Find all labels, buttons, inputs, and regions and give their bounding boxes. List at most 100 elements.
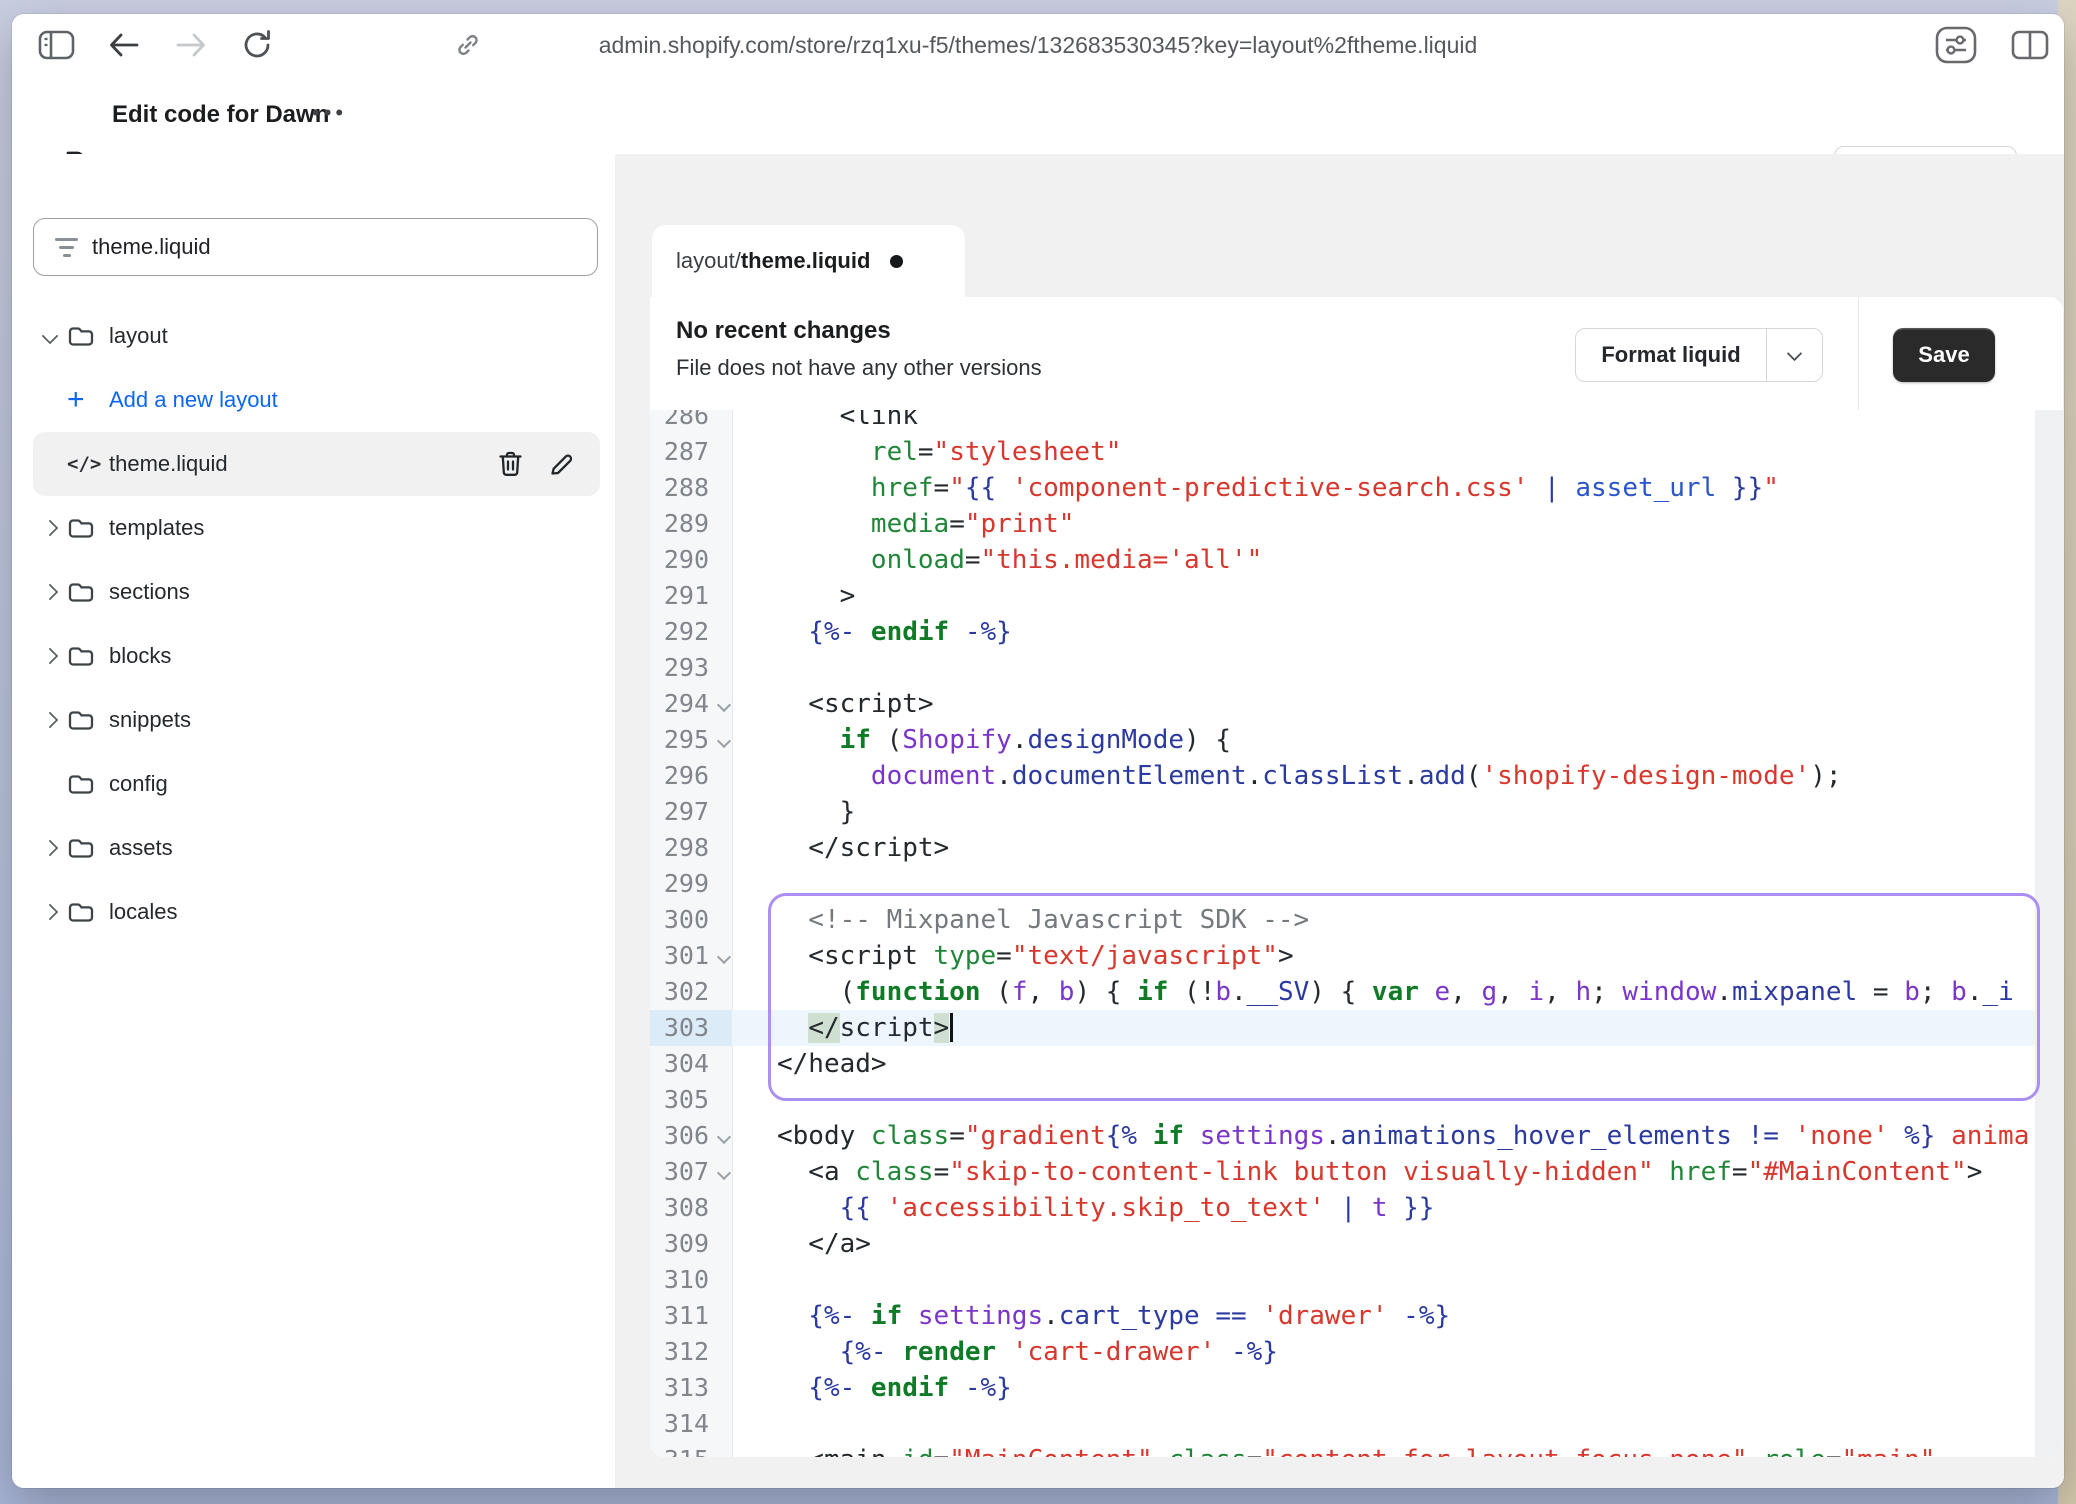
code-line[interactable]: 301 <script type="text/javascript">	[650, 938, 2063, 974]
folder-icon	[67, 323, 95, 349]
back-icon[interactable]	[107, 14, 141, 76]
line-number: 305	[650, 1082, 732, 1118]
code-line[interactable]: 312 {%- render 'cart-drawer' -%}	[650, 1334, 2063, 1370]
code-editor[interactable]: 286 <link287 rel="stylesheet"288 href="{…	[650, 410, 2063, 1457]
code-line[interactable]: 315 <main id="MainContent" class="conten…	[650, 1442, 2063, 1457]
code-line[interactable]: 298 </script>	[650, 830, 2063, 866]
chevron-right-icon[interactable]	[42, 648, 59, 665]
code-line[interactable]: 286 <link	[650, 410, 2063, 434]
tab-theme-liquid[interactable]: layout/theme.liquid	[652, 225, 965, 297]
sidebar-item-snippets[interactable]: snippets	[33, 688, 600, 752]
code-line[interactable]: 313 {%- endif -%}	[650, 1370, 2063, 1406]
extensions-icon[interactable]	[1933, 14, 1979, 76]
line-number: 296	[650, 758, 732, 794]
fold-chevron-icon[interactable]	[717, 698, 731, 712]
code-line[interactable]: 294 <script>	[650, 686, 2063, 722]
line-number: 307	[650, 1154, 732, 1190]
sidebar-toggle-icon[interactable]	[38, 14, 76, 76]
code-line[interactable]: 311 {%- if settings.cart_type == 'drawer…	[650, 1298, 2063, 1334]
code-line[interactable]: 287 rel="stylesheet"	[650, 434, 2063, 470]
sidebar-item-locales[interactable]: locales	[33, 880, 600, 944]
line-number: 306	[650, 1118, 732, 1154]
chevron-right-icon[interactable]	[42, 904, 59, 921]
code-line[interactable]: 310	[650, 1262, 2063, 1298]
split-view-icon[interactable]	[2010, 14, 2050, 76]
line-number: 300	[650, 902, 732, 938]
sidebar-item-config[interactable]: config	[33, 752, 600, 816]
code-line[interactable]: 299	[650, 866, 2063, 902]
line-number: 311	[650, 1298, 732, 1334]
trash-icon[interactable]	[497, 450, 524, 478]
line-number: 302	[650, 974, 732, 1010]
save-button[interactable]: Save	[1893, 328, 1995, 382]
code-line[interactable]: 307 <a class="skip-to-content-link butto…	[650, 1154, 2063, 1190]
code-line[interactable]: 295 if (Shopify.designMode) {	[650, 722, 2063, 758]
code-content	[732, 1262, 2063, 1298]
sidebar-item-label: assets	[109, 835, 173, 861]
code-line[interactable]: 304</head>	[650, 1046, 2063, 1082]
fold-chevron-icon[interactable]	[717, 1130, 731, 1144]
format-dropdown-button[interactable]	[1767, 329, 1822, 381]
code-line[interactable]: 289 media="print"	[650, 506, 2063, 542]
sidebar-item-templates[interactable]: templates	[33, 496, 600, 560]
reload-icon[interactable]	[240, 14, 274, 76]
line-number: 313	[650, 1370, 732, 1406]
editor-panel: No recent changes File does not have any…	[650, 297, 2063, 1457]
line-number: 314	[650, 1406, 732, 1442]
editor-area: layout/theme.liquid No recent changes Fi…	[615, 154, 2064, 1488]
overflow-menu-icon[interactable]: •••	[312, 76, 347, 154]
code-line[interactable]: 300 <!-- Mixpanel Javascript SDK -->	[650, 902, 2063, 938]
code-content: {%- endif -%}	[732, 614, 2063, 650]
sidebar-item-theme-liquid[interactable]: </>theme.liquid	[33, 432, 600, 496]
fold-chevron-icon[interactable]	[717, 950, 731, 964]
sidebar-item-label: blocks	[109, 643, 171, 669]
code-file-icon: </>	[67, 453, 101, 475]
address-bar[interactable]: admin.shopify.com/store/rzq1xu-f5/themes…	[492, 14, 1584, 76]
sidebar-item-assets[interactable]: assets	[33, 816, 600, 880]
chevron-down-icon[interactable]	[42, 328, 59, 345]
code-line[interactable]: 292 {%- endif -%}	[650, 614, 2063, 650]
code-line[interactable]: 293	[650, 650, 2063, 686]
code-content: {%- if settings.cart_type == 'drawer' -%…	[732, 1298, 2063, 1334]
folder-icon	[67, 579, 95, 605]
code-line[interactable]: 297 }	[650, 794, 2063, 830]
fold-chevron-icon[interactable]	[717, 734, 731, 748]
code-line[interactable]: 302 (function (f, b) { if (!b.__SV) { va…	[650, 974, 2063, 1010]
sidebar-item-add-layout[interactable]: +Add a new layout	[33, 368, 600, 432]
file-search-input[interactable]: theme.liquid	[33, 218, 598, 276]
editor-scrollbar[interactable]	[2035, 410, 2063, 1457]
line-number: 301	[650, 938, 732, 974]
chevron-right-icon[interactable]	[42, 520, 59, 537]
code-line[interactable]: 296 document.documentElement.classList.a…	[650, 758, 2063, 794]
code-line[interactable]: 303 </script>	[650, 1010, 2063, 1046]
sidebar-item-label: Add a new layout	[109, 387, 278, 413]
code-line[interactable]: 308 {{ 'accessibility.skip_to_text' | t …	[650, 1190, 2063, 1226]
code-line[interactable]: 305	[650, 1082, 2063, 1118]
code-line[interactable]: 291 >	[650, 578, 2063, 614]
code-line[interactable]: 306<body class="gradient{% if settings.a…	[650, 1118, 2063, 1154]
line-number: 289	[650, 506, 732, 542]
code-line[interactable]: 290 onload="this.media='all'"	[650, 542, 2063, 578]
sidebar-item-label: layout	[109, 323, 168, 349]
line-number: 312	[650, 1334, 732, 1370]
edit-icon[interactable]	[548, 450, 576, 478]
toolbar-divider	[1858, 297, 1859, 410]
forward-icon[interactable]	[174, 14, 208, 76]
code-line[interactable]: 309 </a>	[650, 1226, 2063, 1262]
line-number: 288	[650, 470, 732, 506]
chevron-right-icon[interactable]	[42, 840, 59, 857]
code-line[interactable]: 288 href="{{ 'component-predictive-searc…	[650, 470, 2063, 506]
sidebar-item-sections[interactable]: sections	[33, 560, 600, 624]
chevron-down-icon	[1787, 345, 1803, 361]
search-value: theme.liquid	[92, 234, 211, 260]
code-line[interactable]: 314	[650, 1406, 2063, 1442]
sidebar-item-blocks[interactable]: blocks	[33, 624, 600, 688]
chevron-right-icon[interactable]	[42, 584, 59, 601]
code-content: <script>	[732, 686, 2063, 722]
fold-chevron-icon[interactable]	[717, 1166, 731, 1180]
chevron-right-icon[interactable]	[42, 712, 59, 729]
unsaved-indicator	[890, 255, 903, 268]
code-content: rel="stylesheet"	[732, 434, 2063, 470]
format-liquid-button[interactable]: Format liquid	[1575, 328, 1823, 382]
sidebar-item-layout[interactable]: layout	[33, 304, 600, 368]
